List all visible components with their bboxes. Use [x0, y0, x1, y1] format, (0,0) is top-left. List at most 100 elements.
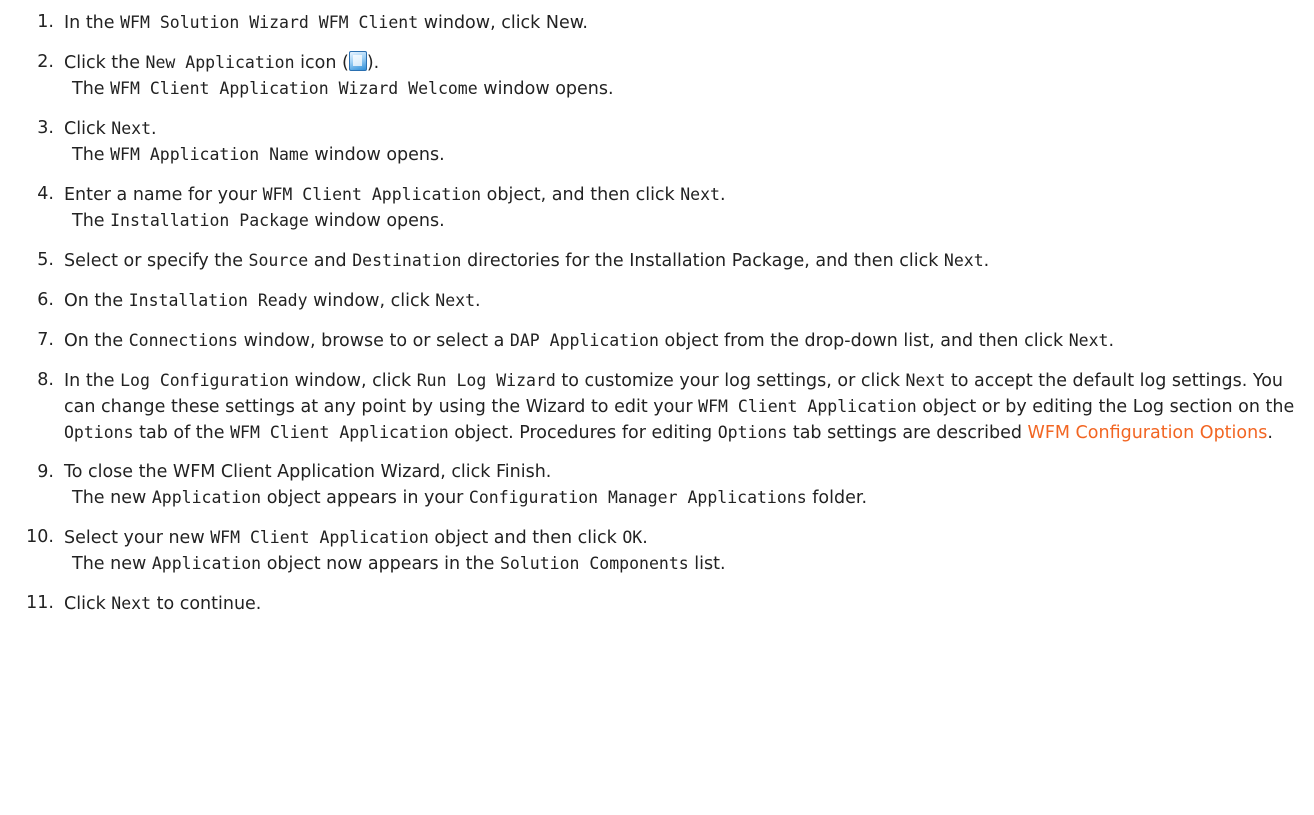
- ui-term: WFM Solution Wizard WFM Client: [120, 13, 419, 32]
- step-instruction: To close the WFM Client Application Wiza…: [64, 462, 551, 482]
- step-item: 10. Select your new WFM Client Applicatio…: [0, 525, 1314, 577]
- ui-term: DAP Application: [509, 331, 659, 350]
- step-text: In the: [64, 13, 121, 33]
- step-text: .: [1267, 423, 1273, 443]
- ui-term: Source: [248, 251, 309, 270]
- step-text: To close the WFM Client Application Wiza…: [64, 462, 552, 482]
- ui-term: New Application: [145, 53, 295, 72]
- ui-term: Installation Ready: [128, 291, 308, 310]
- step-text: window, click: [307, 291, 436, 311]
- step-number: 5.: [37, 250, 54, 270]
- step-text: to customize your log settings, or click: [555, 371, 906, 391]
- step-number: 11.: [26, 593, 54, 613]
- ui-term: Connections: [128, 331, 238, 350]
- step-number: 9.: [37, 462, 54, 482]
- step-instruction: Select or specify the Source and Destina…: [64, 251, 989, 271]
- step-text: The: [72, 211, 111, 231]
- step-instruction: On the Connections window, browse to or …: [64, 331, 1114, 351]
- step-number: 7.: [37, 330, 54, 350]
- ui-term: Application: [151, 488, 262, 507]
- step-text: window, click New.: [418, 13, 588, 33]
- step-text: object now appears in the: [261, 554, 500, 574]
- step-text: object. Procedures for editing: [448, 423, 718, 443]
- procedure-steps-list: 1. In the WFM Solution Wizard WFM Client …: [0, 0, 1314, 617]
- ui-term: Next: [435, 291, 476, 310]
- step-text: list.: [688, 554, 726, 574]
- ui-term: Next: [1068, 331, 1109, 350]
- step-item: 11. Click Next to continue.: [0, 591, 1314, 617]
- step-instruction: Click Next.: [64, 119, 157, 139]
- step-text: directories for the Installation Package…: [461, 251, 944, 271]
- step-instruction: Click Next to continue.: [64, 594, 261, 614]
- ui-term: WFM Application Name: [110, 145, 309, 164]
- step-item: 8. In the Log Configuration window, click…: [0, 368, 1314, 446]
- step-instruction: Click the New Application icon ().: [64, 51, 380, 73]
- step-text: object appears in your: [261, 488, 469, 508]
- step-text: folder.: [806, 488, 868, 508]
- step-text: Click: [64, 119, 112, 139]
- ui-term: Next: [943, 251, 984, 270]
- step-item: 2. Click the New Application icon (). The …: [0, 50, 1314, 102]
- step-text: .: [151, 119, 157, 139]
- step-text: The: [72, 79, 111, 99]
- ui-term: WFM Client Application: [230, 423, 449, 442]
- step-item: 6. On the Installation Ready window, clic…: [0, 288, 1314, 314]
- ui-term: Next: [680, 185, 720, 204]
- step-text: window opens.: [308, 211, 445, 231]
- ui-term: Next: [905, 371, 946, 390]
- step-result: The WFM Client Application Wizard Welcom…: [64, 76, 1310, 102]
- step-text: to continue.: [151, 594, 262, 614]
- step-text: window, browse to or select a: [238, 331, 510, 351]
- ui-term: OK: [622, 528, 643, 547]
- step-text: object and then click: [428, 528, 623, 548]
- step-text: .: [642, 528, 648, 548]
- step-item: 7. On the Connections window, browse to o…: [0, 328, 1314, 354]
- step-text: Click the: [64, 53, 146, 73]
- step-number: 2.: [37, 52, 54, 72]
- step-instruction: Select your new WFM Client Application o…: [64, 528, 648, 548]
- step-text: The new: [72, 554, 152, 574]
- step-result: The new Application object appears in yo…: [64, 485, 1310, 511]
- step-text: On the: [64, 331, 129, 351]
- step-text: icon (: [294, 53, 349, 73]
- step-number: 8.: [37, 370, 54, 390]
- step-text: ).: [366, 53, 380, 73]
- step-number: 3.: [37, 118, 54, 138]
- step-text: .: [720, 185, 726, 205]
- ui-term: Log Configuration: [120, 371, 289, 390]
- step-text: .: [475, 291, 481, 311]
- ui-term: WFM Client Application: [210, 528, 429, 547]
- step-text: Enter a name for your: [64, 185, 263, 205]
- step-text: and: [308, 251, 353, 271]
- step-text: On the: [64, 291, 129, 311]
- ui-term: Options: [717, 423, 788, 442]
- ui-term: WFM Client Application: [262, 185, 482, 204]
- step-number: 4.: [37, 184, 54, 204]
- step-text: window, click: [289, 371, 417, 391]
- ui-term: Application: [151, 554, 262, 573]
- step-item: 5. Select or specify the Source and Desti…: [0, 248, 1314, 274]
- step-text: Click: [64, 594, 112, 614]
- step-result: The WFM Application Name window opens.: [64, 142, 1310, 168]
- ui-term: Installation Package: [110, 211, 309, 230]
- step-text: window opens.: [477, 79, 614, 99]
- step-text: tab of the: [133, 423, 231, 443]
- ui-term: WFM Client Application Wizard Welcome: [110, 79, 478, 98]
- step-item: 1. In the WFM Solution Wizard WFM Client …: [0, 10, 1314, 36]
- configuration-options-link[interactable]: WFM Configuration Options: [1028, 423, 1268, 443]
- ui-term: Run Log Wizard: [416, 371, 556, 390]
- ui-term: Configuration Manager Applications: [468, 488, 807, 507]
- step-number: 1.: [37, 12, 54, 32]
- step-number: 10.: [26, 527, 54, 547]
- step-text: The: [72, 145, 111, 165]
- step-text: object or by editing the Log section on …: [916, 397, 1295, 417]
- step-text: .: [983, 251, 990, 271]
- ui-term: Solution Components: [499, 554, 689, 573]
- step-text: Select or specify the: [64, 251, 249, 271]
- step-item: 4. Enter a name for your WFM Client Appli…: [0, 182, 1314, 234]
- step-instruction: On the Installation Ready window, click …: [64, 291, 481, 311]
- step-result: The new Application object now appears i…: [64, 551, 1310, 577]
- step-instruction: In the Log Configuration window, click R…: [64, 371, 1294, 443]
- new-application-icon: [348, 51, 367, 71]
- step-text: window opens.: [308, 145, 445, 165]
